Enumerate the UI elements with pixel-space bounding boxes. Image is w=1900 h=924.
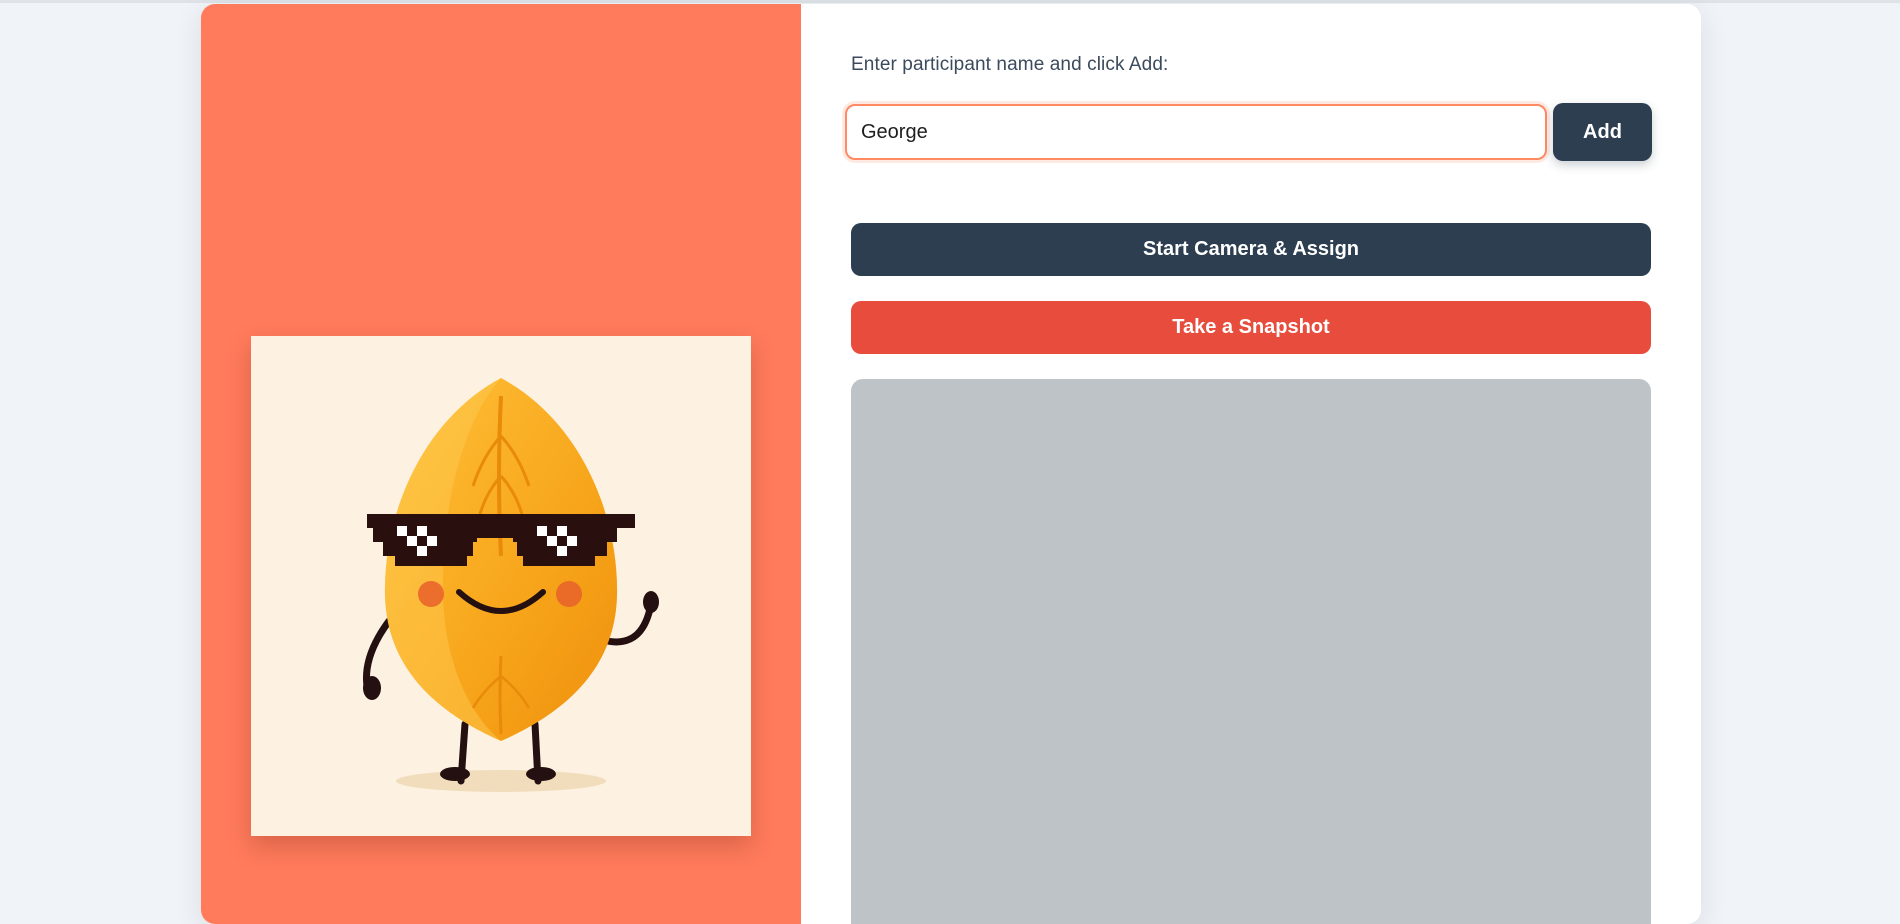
almond-mascot-icon (362, 378, 659, 792)
start-camera-button[interactable]: Start Camera & Assign (851, 223, 1651, 276)
main-card: Enter participant name and click Add: Ad… (201, 4, 1701, 924)
top-border (0, 0, 1900, 3)
participant-name-input[interactable] (845, 104, 1547, 160)
controls-panel: Enter participant name and click Add: Ad… (801, 4, 1701, 924)
participant-prompt: Enter participant name and click Add: (851, 54, 1169, 75)
mascot-panel (201, 4, 801, 924)
mascot-image (251, 336, 751, 836)
camera-preview (851, 379, 1651, 924)
add-button[interactable]: Add (1553, 103, 1652, 161)
take-snapshot-button[interactable]: Take a Snapshot (851, 301, 1651, 354)
